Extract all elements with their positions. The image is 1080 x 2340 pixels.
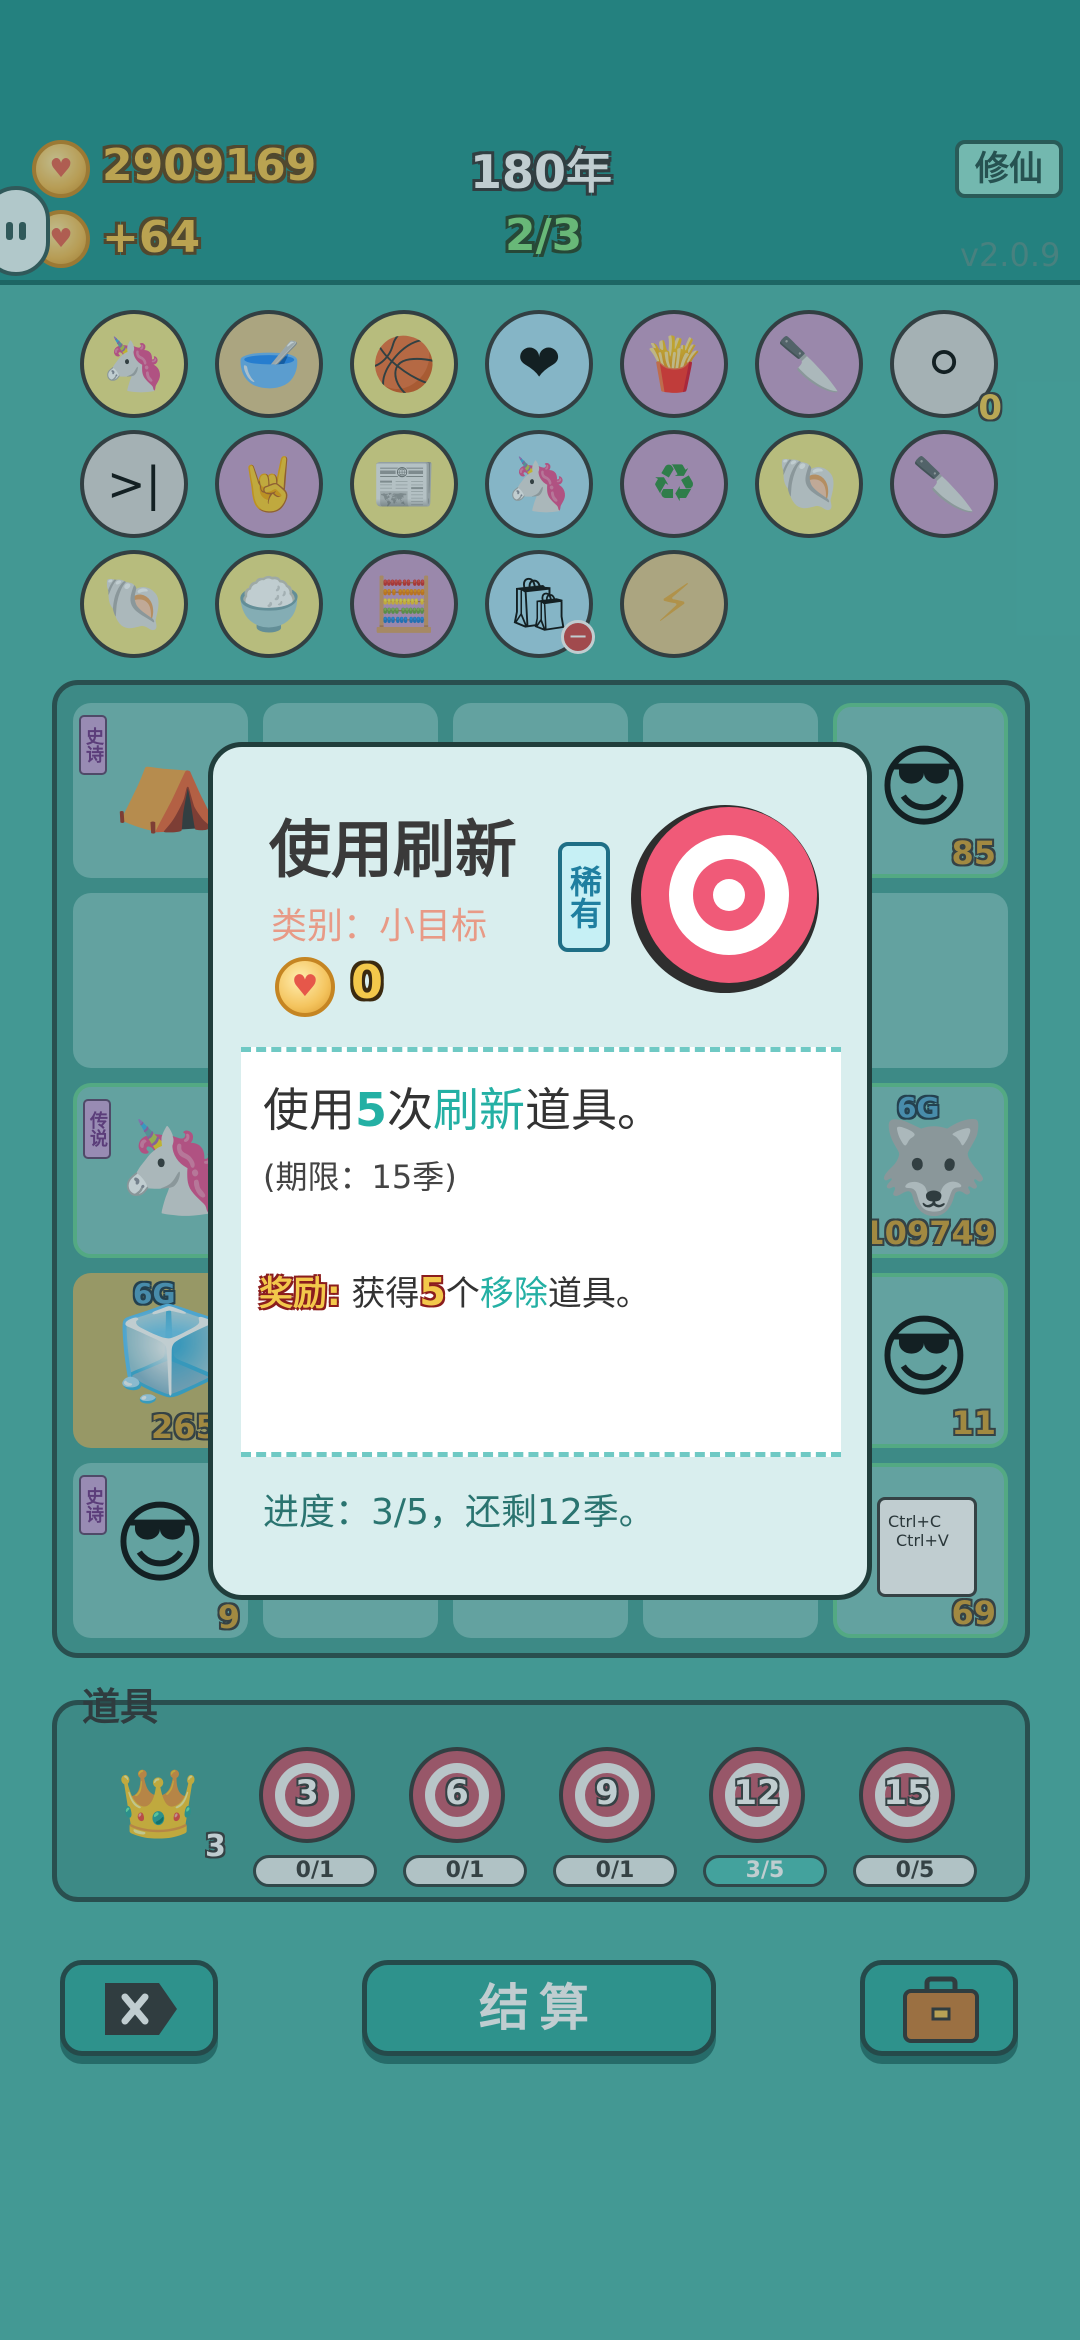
reward-label: 奖励:	[259, 1274, 341, 1314]
reward-count: 5	[419, 1270, 446, 1314]
target-icon	[631, 805, 819, 993]
task-deadline: (期限：15季)	[263, 1158, 457, 1196]
reward-prefix: 获得	[351, 1274, 420, 1314]
task-mid: 次	[387, 1083, 434, 1137]
task-prefix: 使用	[263, 1083, 355, 1137]
task-suffix: 道具。	[525, 1083, 664, 1137]
coin-icon: ♥	[275, 957, 335, 1017]
game-screen: ♥ 2909169 ♥ +64 180年 2/3 修仙 v2.0.9 🦄 🥣 🏀…	[0, 0, 1080, 2340]
task-title: 使用刷新	[269, 813, 518, 886]
reward-item-name: 移除	[479, 1274, 548, 1314]
task-item-name: 刷新	[433, 1083, 526, 1137]
task-count: 5	[355, 1083, 388, 1137]
reward-suffix: 道具。	[547, 1274, 650, 1314]
task-description: 使用5次刷新道具。	[263, 1074, 663, 1140]
task-category: 类别：小目标	[271, 906, 488, 947]
task-detail-dialog: 使用刷新 类别：小目标 ♥ 0 稀有 使用5次刷新道具。 (期限：15季) 奖励…	[208, 742, 872, 1600]
rarity-badge: 稀有	[558, 842, 610, 952]
task-progress: 进度：3/5，还剩12季。	[263, 1492, 655, 1533]
task-coin-value: 0	[351, 955, 384, 1009]
reward-mid: 个	[445, 1274, 480, 1314]
task-reward: 奖励: 获得5个移除道具。	[259, 1266, 650, 1315]
task-description-panel: 使用5次刷新道具。 (期限：15季) 奖励: 获得5个移除道具。	[241, 1047, 841, 1457]
